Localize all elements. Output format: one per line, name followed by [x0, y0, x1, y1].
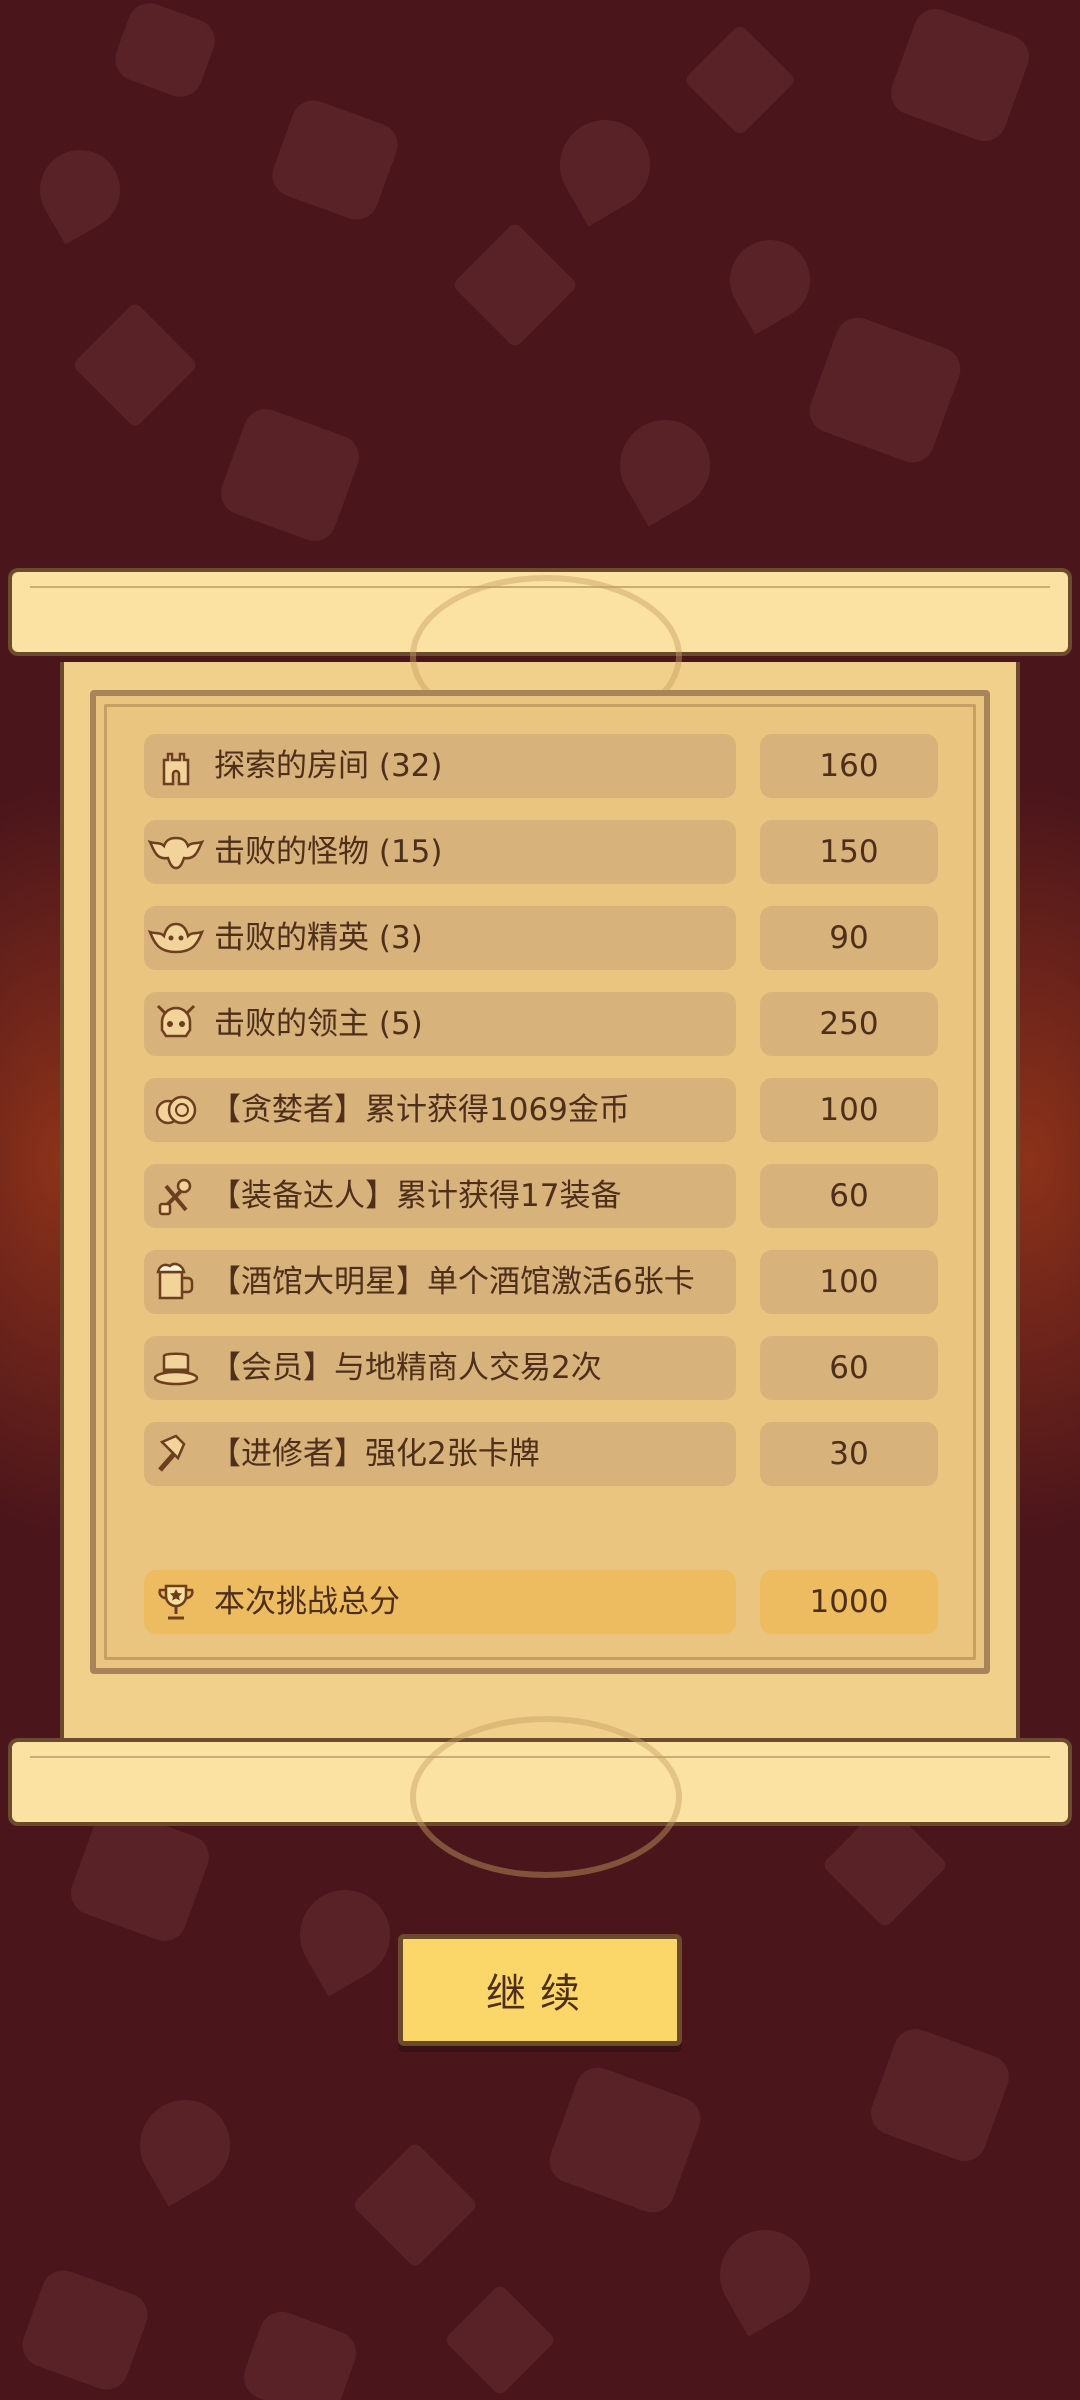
- bat-icon: [148, 824, 204, 880]
- stat-label: 【贪婪者】累计获得1069金币: [210, 1092, 630, 1128]
- coins-icon: [148, 1082, 204, 1138]
- beer-mug-icon: [148, 1254, 204, 1310]
- tower-icon: [148, 738, 204, 794]
- stat-label: 【装备达人】累计获得17装备: [210, 1178, 622, 1214]
- stat-label: 击败的怪物 (15): [214, 834, 443, 870]
- scroll-bottom-swirl: [410, 1716, 682, 1878]
- stat-value: 150: [760, 820, 938, 884]
- equipment-icon: [148, 1168, 204, 1224]
- stat-label: 击败的精英 (3): [214, 920, 423, 956]
- stat-value: 60: [760, 1164, 938, 1228]
- stat-label: 【进修者】强化2张卡牌: [210, 1436, 540, 1472]
- stat-value: 160: [760, 734, 938, 798]
- stat-row-rooms: 探索的房间 (32) 160: [144, 734, 938, 798]
- stat-value: 250: [760, 992, 938, 1056]
- stat-row-member: 【会员】与地精商人交易2次 60: [144, 1336, 938, 1400]
- top-hat-icon: [148, 1340, 204, 1396]
- stat-row-tavern: 【酒馆大明星】单个酒馆激活6张卡 100: [144, 1250, 938, 1314]
- total-value: 1000: [760, 1570, 938, 1634]
- stat-value: 100: [760, 1078, 938, 1142]
- stat-label: 击败的领主 (5): [214, 1006, 423, 1042]
- stat-row-bosses: 击败的领主 (5) 250: [144, 992, 938, 1056]
- stat-label: 【酒馆大明星】单个酒馆激活6张卡: [210, 1264, 695, 1300]
- stat-row-equipment: 【装备达人】累计获得17装备 60: [144, 1164, 938, 1228]
- stat-row-monsters: 击败的怪物 (15) 150: [144, 820, 938, 884]
- stat-label: 探索的房间 (32): [214, 748, 443, 784]
- stat-value: 90: [760, 906, 938, 970]
- stat-row-greedy: 【贪婪者】累计获得1069金币 100: [144, 1078, 938, 1142]
- stat-value: 30: [760, 1422, 938, 1486]
- game-results-screen: 探索的房间 (32) 160 击败的怪物 (15) 150 击败的精英 (3) …: [0, 0, 1080, 2400]
- stat-value: 60: [760, 1336, 938, 1400]
- stat-row-total: 本次挑战总分 1000: [144, 1570, 938, 1634]
- boss-skull-icon: [148, 996, 204, 1052]
- stat-row-upgrade: 【进修者】强化2张卡牌 30: [144, 1422, 938, 1486]
- stat-value: 100: [760, 1250, 938, 1314]
- stat-row-elites: 击败的精英 (3) 90: [144, 906, 938, 970]
- stat-label: 【会员】与地精商人交易2次: [210, 1350, 602, 1386]
- continue-button[interactable]: 继续: [398, 1934, 682, 2046]
- trophy-icon: [148, 1574, 204, 1630]
- hammer-icon: [148, 1426, 204, 1482]
- total-label: 本次挑战总分: [214, 1584, 400, 1620]
- elite-monster-icon: [148, 910, 204, 966]
